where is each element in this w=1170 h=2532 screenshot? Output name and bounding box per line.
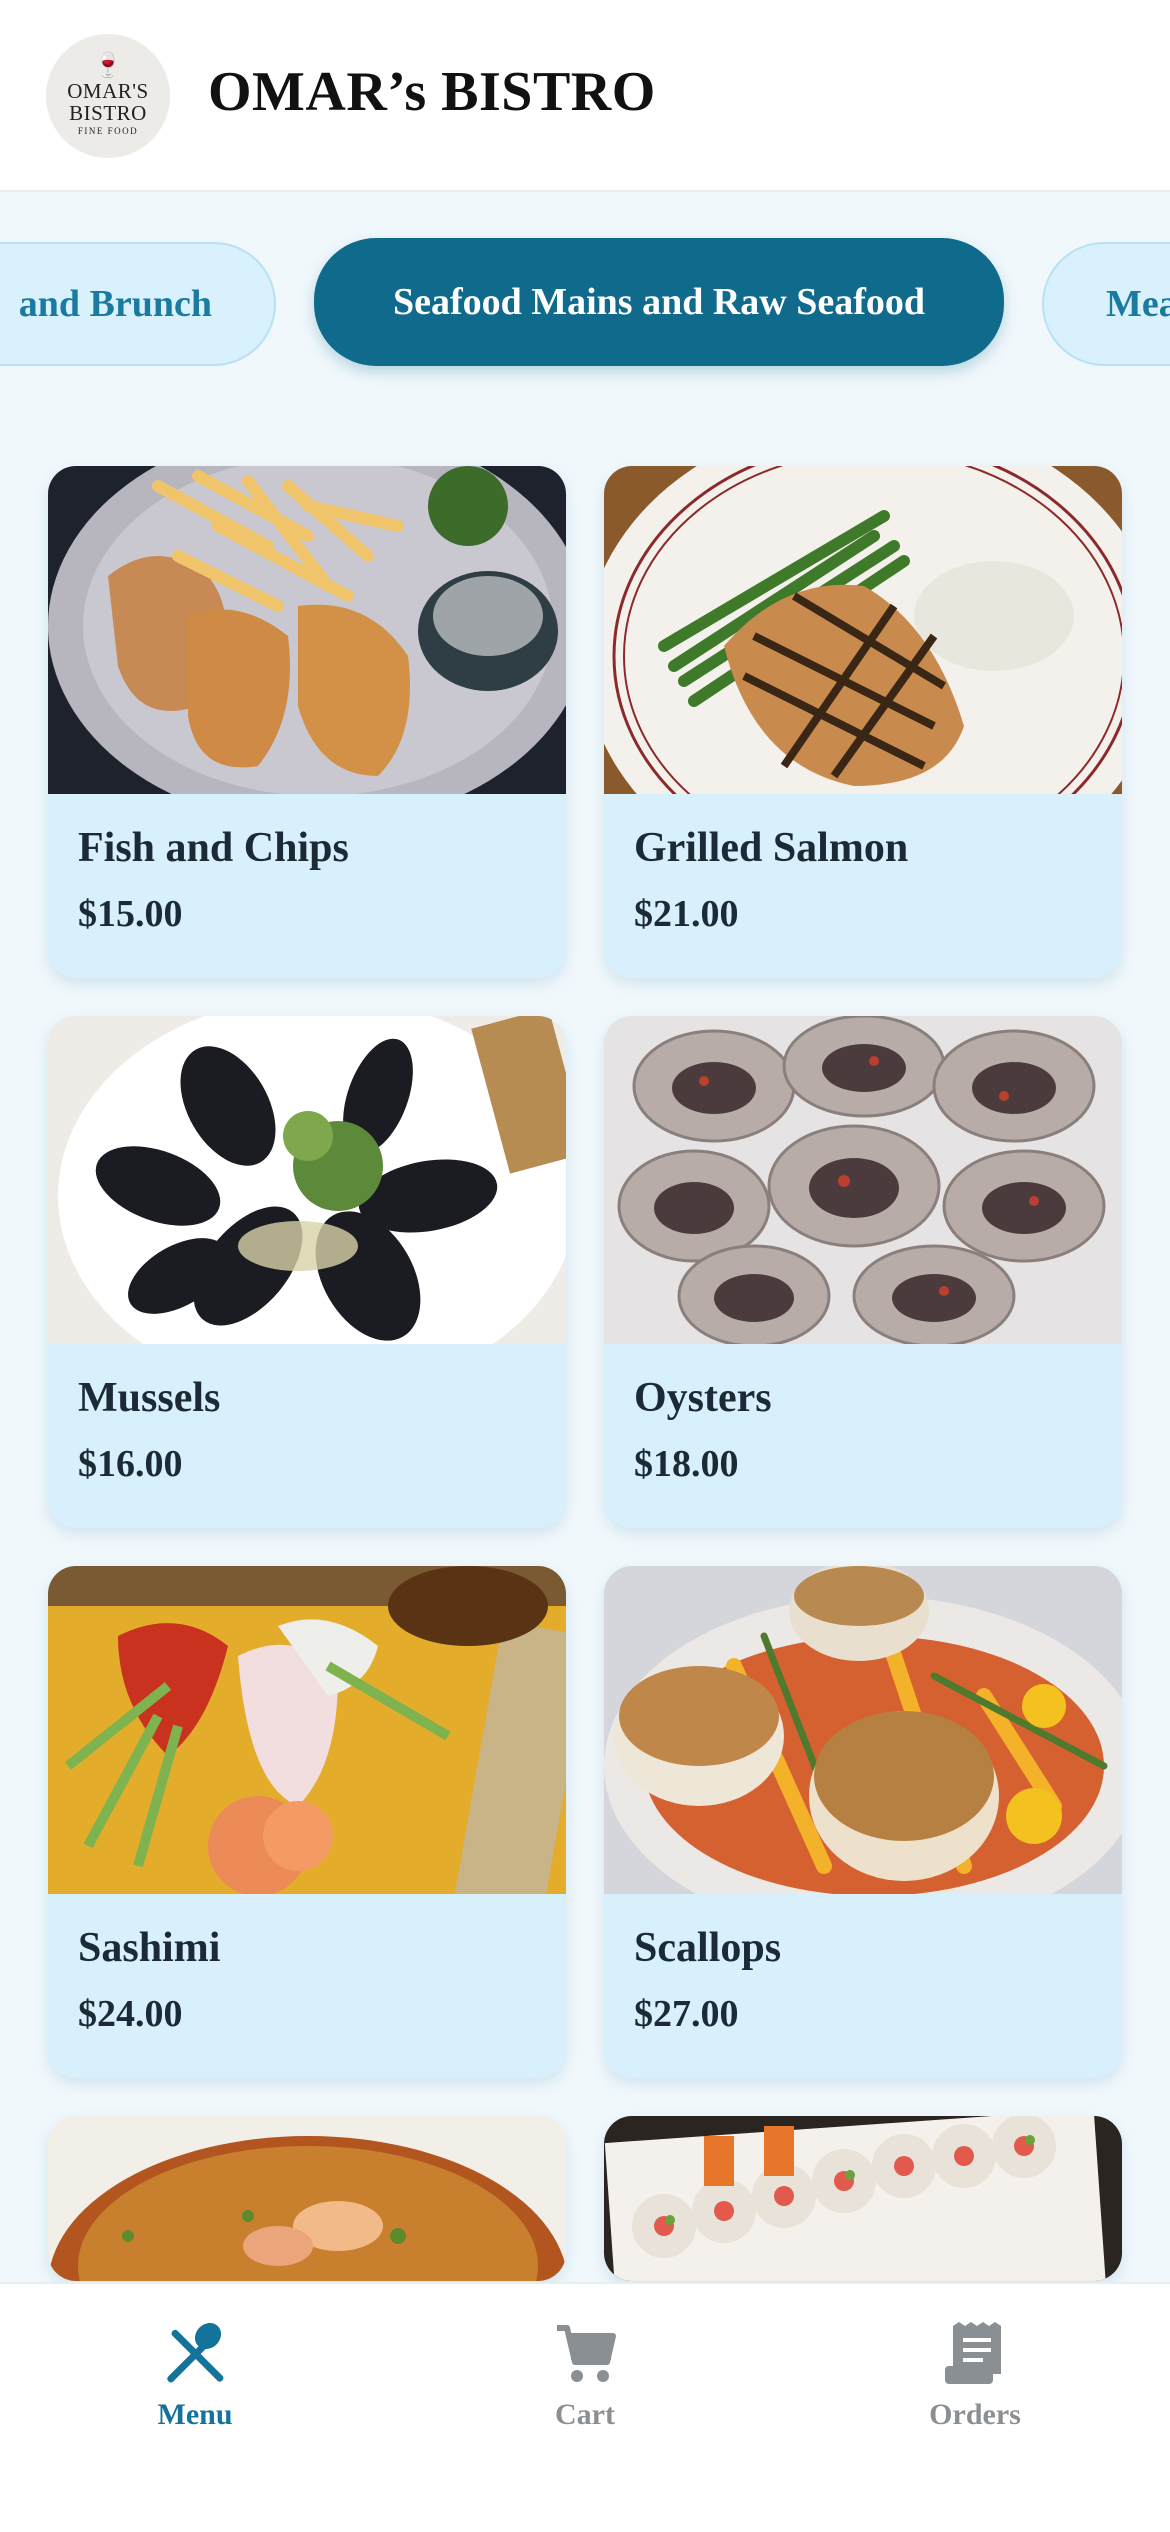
fish-and-chips-photo (48, 466, 566, 794)
tab-meats[interactable]: Mea (1042, 242, 1170, 366)
scallops-photo (604, 1566, 1122, 1894)
item-name: Scallops (634, 1925, 782, 1971)
mussels-photo (48, 1016, 566, 1344)
item-price: $27.00 (634, 1993, 739, 2035)
menu-card-scallops[interactable]: Scallops $27.00 (604, 1566, 1122, 2078)
nav-orders-label: Orders (929, 2398, 1021, 2431)
sashimi-photo (48, 1566, 566, 1894)
item-name: Grilled Salmon (634, 825, 909, 871)
wine-glass-icon: 🍷 (93, 53, 123, 79)
seafood-soup-photo (48, 2116, 566, 2281)
nav-orders[interactable]: Orders (875, 2322, 1075, 2432)
item-name: Fish and Chips (78, 825, 349, 871)
logo-tagline: FINE FOOD (77, 126, 139, 136)
tab-seafood[interactable]: Seafood Mains and Raw Seafood (314, 238, 1004, 366)
item-price: $16.00 (78, 1443, 183, 1485)
nav-cart[interactable]: Cart (485, 2322, 685, 2432)
menu-card-mussels[interactable]: Mussels $16.00 (48, 1016, 566, 1528)
sushi-rolls-photo (604, 2116, 1122, 2281)
nav-menu[interactable]: Menu (95, 2322, 295, 2432)
app-header: 🍷 OMAR'S BISTRO FINE FOOD OMAR’s BISTRO (0, 0, 1170, 192)
cart-icon (557, 2325, 616, 2382)
category-tabs[interactable]: and Brunch Seafood Mains and Raw Seafood… (0, 194, 1170, 434)
menu-card-sushi[interactable] (604, 2116, 1122, 2281)
grilled-salmon-photo (604, 466, 1122, 794)
nav-cart-label: Cart (555, 2398, 615, 2431)
nav-menu-label: Menu (157, 2398, 233, 2431)
menu-card-grilled-salmon[interactable]: Grilled Salmon $21.00 (604, 466, 1122, 978)
item-price: $15.00 (78, 893, 183, 935)
item-name: Oysters (634, 1375, 772, 1421)
bottom-navigation: Menu Cart Orders (0, 2282, 1170, 2532)
item-price: $21.00 (634, 893, 739, 935)
utensils-icon (167, 2322, 224, 2383)
tab-breakfast-and-brunch[interactable]: and Brunch (0, 242, 276, 366)
oysters-photo (604, 1016, 1122, 1344)
item-name: Sashimi (78, 1925, 221, 1971)
menu-card-soup[interactable] (48, 2116, 566, 2281)
receipt-icon (945, 2322, 1001, 2384)
logo-line-2: BISTRO (69, 101, 147, 125)
menu-card-sashimi[interactable]: Sashimi $24.00 (48, 1566, 566, 2078)
item-name: Mussels (78, 1375, 221, 1421)
bistro-logo: 🍷 OMAR'S BISTRO FINE FOOD (46, 34, 170, 158)
menu-card-oysters[interactable]: Oysters $18.00 (604, 1016, 1122, 1528)
item-price: $24.00 (78, 1993, 183, 2035)
restaurant-name: OMAR’s BISTRO (208, 61, 656, 123)
item-price: $18.00 (634, 1443, 739, 1485)
menu-card-fish-and-chips[interactable]: Fish and Chips $15.00 (48, 466, 566, 978)
logo-line-1: OMAR'S (67, 79, 149, 103)
